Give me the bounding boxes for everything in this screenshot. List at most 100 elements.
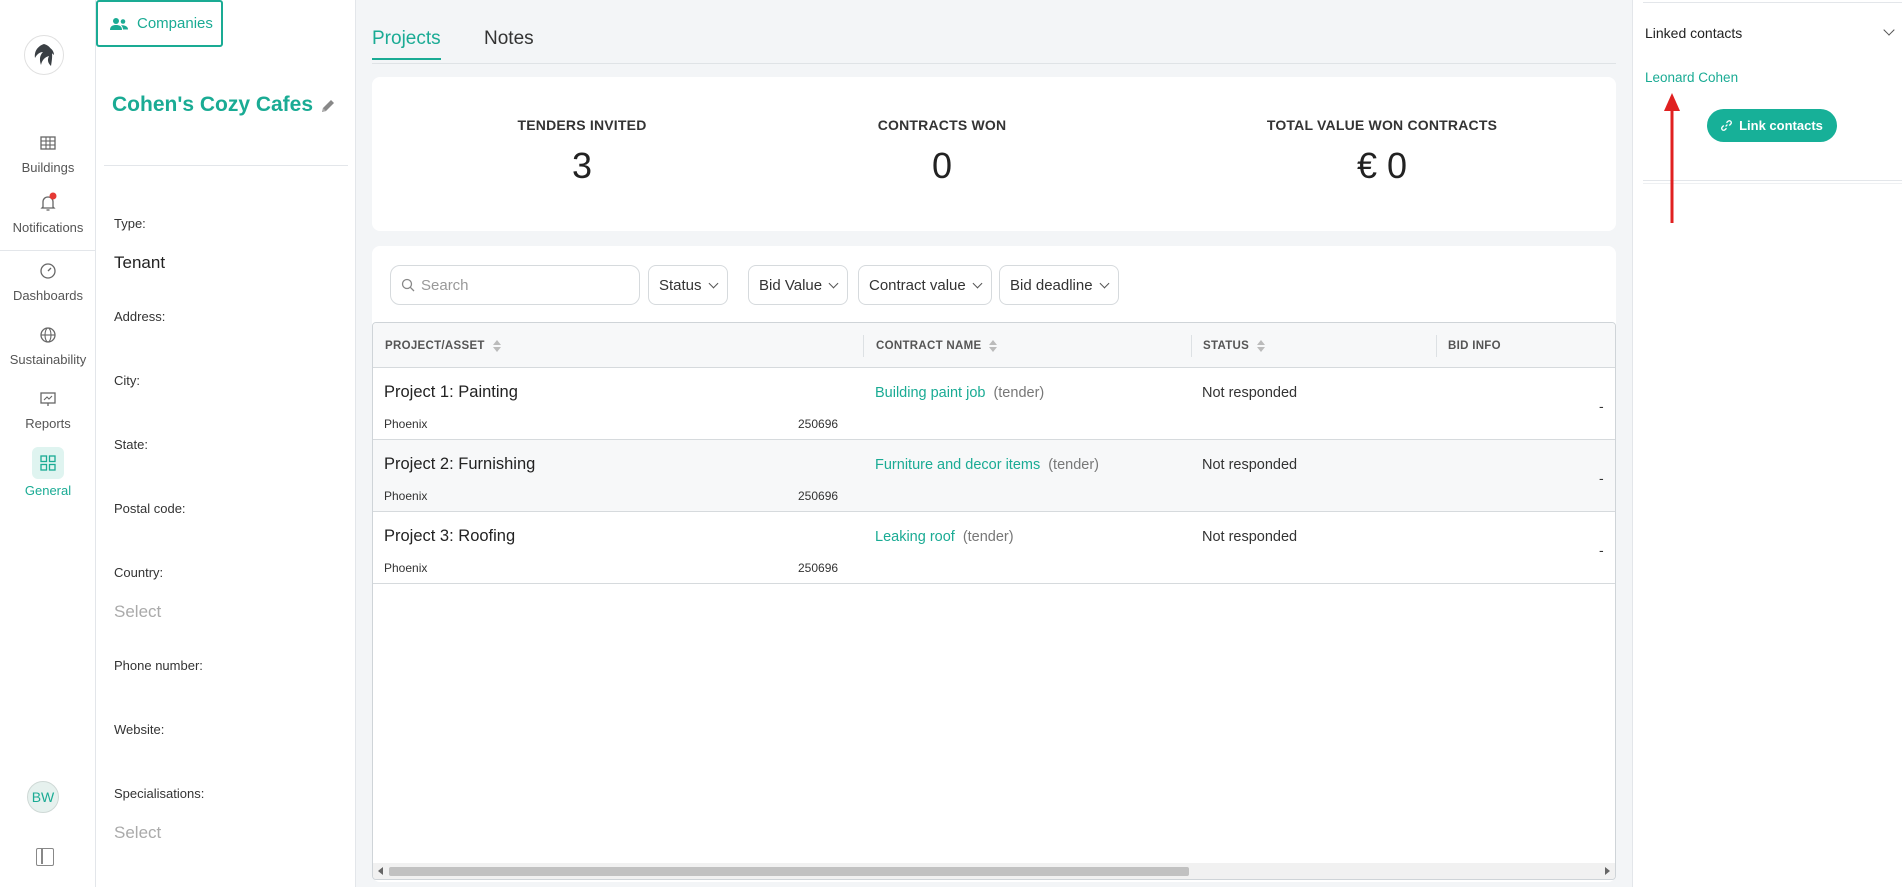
column-header-status[interactable]: STATUS xyxy=(1203,340,1266,352)
type-label: Type: xyxy=(114,216,146,231)
column-header-bid-info[interactable]: BID INFO xyxy=(1448,340,1501,352)
chevron-down-icon xyxy=(708,278,718,288)
scroll-left-icon[interactable] xyxy=(378,867,383,875)
projects-table: PROJECT/ASSET CONTRACT NAME STATUS BID I… xyxy=(372,322,1616,880)
nav-reports[interactable]: Reports xyxy=(0,388,96,431)
pencil-icon[interactable] xyxy=(320,98,336,114)
table-row[interactable]: Project 1: Painting Phoenix 250696 Build… xyxy=(373,368,1615,440)
address-label: Address: xyxy=(114,309,166,324)
bell-icon xyxy=(40,192,57,211)
stat-value: € 0 xyxy=(1356,145,1408,186)
column-header-label: CONTRACT NAME xyxy=(876,340,982,352)
contract-name[interactable]: Furniture and decor items xyxy=(875,457,1040,473)
nav-sustainability-label: Sustainability xyxy=(9,352,87,367)
tab-projects[interactable]: Projects xyxy=(372,28,441,60)
link-contacts-label: Link contacts xyxy=(1739,118,1823,133)
main-content: Projects Notes TENDERS INVITED 3 CONTRAC… xyxy=(356,0,1632,887)
type-value[interactable]: Tenant xyxy=(114,253,165,273)
contract-link[interactable]: Building paint job (tender) xyxy=(875,385,1044,401)
projects-card: Search Status Bid Value Contract value B… xyxy=(372,246,1616,882)
link-contacts-button[interactable]: Link contacts xyxy=(1707,109,1837,142)
chevron-down-icon xyxy=(828,278,839,288)
column-separator xyxy=(1191,335,1192,357)
nav-buildings-label: Buildings xyxy=(21,160,75,175)
table-header: PROJECT/ASSET CONTRACT NAME STATUS BID I… xyxy=(373,323,1615,368)
contract-link[interactable]: Furniture and decor items (tender) xyxy=(875,457,1099,473)
link-icon xyxy=(1721,120,1733,131)
company-name: Cohen's Cozy Cafes xyxy=(112,93,314,116)
search-placeholder: Search xyxy=(421,276,469,294)
country-select[interactable]: Select xyxy=(114,602,161,622)
logo-icon xyxy=(34,44,54,66)
panel-toggle-icon[interactable] xyxy=(36,848,54,866)
contract-name[interactable]: Leaking roof xyxy=(875,529,955,545)
bid-info: - xyxy=(1599,470,1604,486)
stat-label: CONTRACTS WON xyxy=(877,117,1007,133)
sort-icon[interactable] xyxy=(492,340,501,352)
search-input[interactable]: Search xyxy=(390,265,640,305)
state-label: State: xyxy=(114,437,148,452)
project-code: 250696 xyxy=(798,417,839,431)
scrollbar-thumb[interactable] xyxy=(389,867,1189,876)
stat-label: TOTAL VALUE WON CONTRACTS xyxy=(1266,117,1498,133)
contract-type: (tender) xyxy=(1048,457,1099,473)
nav-dashboards[interactable]: Dashboards xyxy=(0,260,96,303)
right-panel: Linked contacts Leonard Cohen Link conta… xyxy=(1632,0,1902,887)
horizontal-scrollbar[interactable] xyxy=(373,863,1615,879)
specialisations-label: Specialisations: xyxy=(114,786,205,801)
specialisations-select[interactable]: Select xyxy=(114,823,161,843)
column-header-project[interactable]: PROJECT/ASSET xyxy=(385,340,501,352)
nav-notifications[interactable]: Notifications xyxy=(0,192,96,235)
companies-tab-label: Companies xyxy=(137,15,213,32)
company-panel: Companies Cohen's Cozy Cafes Type: Tenan… xyxy=(96,0,356,887)
companies-tab[interactable]: Companies xyxy=(96,0,223,47)
table-row[interactable]: Project 2: Furnishing Phoenix 250696 Fur… xyxy=(373,440,1615,512)
postal-code-label: Postal code: xyxy=(114,501,186,516)
scroll-right-icon[interactable] xyxy=(1605,867,1610,875)
status-text: Not responded xyxy=(1202,529,1298,545)
filter-bid-value[interactable]: Bid Value xyxy=(748,265,849,305)
column-header-label: PROJECT/ASSET xyxy=(385,340,485,352)
nav-general[interactable]: General xyxy=(0,447,96,498)
filter-contract-value[interactable]: Contract value xyxy=(858,265,992,305)
column-separator xyxy=(1436,335,1437,357)
status-text: Not responded xyxy=(1202,385,1298,401)
city-label: City: xyxy=(114,373,140,388)
country-label: Country: xyxy=(114,565,164,580)
nav-reports-label: Reports xyxy=(25,416,71,431)
project-city: Phoenix xyxy=(384,417,428,431)
filter-status[interactable]: Status xyxy=(648,265,728,305)
filter-label: Bid Value xyxy=(759,276,823,294)
nav-notifications-label: Notifications xyxy=(12,220,84,235)
rail-divider xyxy=(0,250,96,251)
contact-link[interactable]: Leonard Cohen xyxy=(1645,70,1738,85)
tab-notes[interactable]: Notes xyxy=(484,28,534,58)
nav-dashboards-label: Dashboards xyxy=(12,288,84,303)
annotation-arrow-icon xyxy=(1664,93,1680,223)
nav-sustainability[interactable]: Sustainability xyxy=(0,324,96,367)
app-logo[interactable] xyxy=(24,35,64,75)
search-icon xyxy=(401,278,415,292)
column-header-contract[interactable]: CONTRACT NAME xyxy=(876,340,998,352)
column-header-label: STATUS xyxy=(1203,340,1250,352)
stat-value: 0 xyxy=(931,145,953,186)
linked-contacts-title: Linked contacts xyxy=(1645,25,1743,41)
contract-type: (tender) xyxy=(993,385,1045,401)
avatar[interactable]: BW xyxy=(27,781,59,813)
sort-icon[interactable] xyxy=(1257,340,1266,352)
sort-icon[interactable] xyxy=(989,340,998,352)
project-code: 250696 xyxy=(798,489,839,503)
nav-buildings[interactable]: Buildings xyxy=(0,132,96,175)
chevron-down-icon xyxy=(972,278,983,288)
table-row[interactable]: Project 3: Roofing Phoenix 250696 Leakin… xyxy=(373,512,1615,584)
project-code: 250696 xyxy=(798,561,839,575)
contract-name[interactable]: Building paint job xyxy=(875,385,985,401)
buildings-icon xyxy=(40,136,56,150)
grid-icon xyxy=(40,455,56,471)
contract-type: (tender) xyxy=(962,529,1014,545)
chevron-down-icon[interactable] xyxy=(1883,24,1895,36)
filter-bid-deadline[interactable]: Bid deadline xyxy=(999,265,1119,305)
panel-divider xyxy=(1643,180,1902,181)
stat-total-value: TOTAL VALUE WON CONTRACTS € 0 xyxy=(1232,117,1532,187)
contract-link[interactable]: Leaking roof (tender) xyxy=(875,529,1014,545)
